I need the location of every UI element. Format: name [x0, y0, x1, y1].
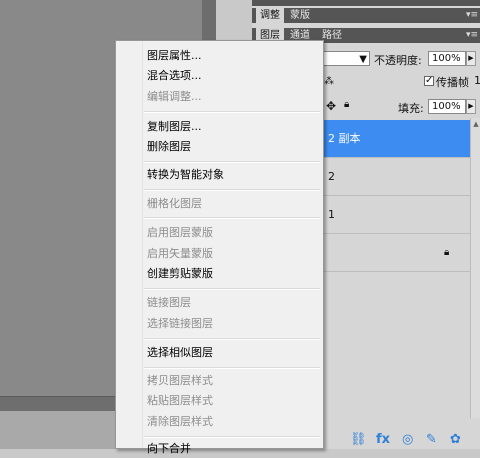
menu-item-enable-vector-mask: 启用矢量蒙版: [147, 247, 213, 260]
menu-separator: [144, 111, 320, 113]
menu-item-select-similar-layers[interactable]: 选择相似图层: [147, 343, 213, 362]
menu-separator: [144, 338, 320, 340]
tab-adjustments[interactable]: 调整: [256, 8, 284, 23]
menu-item-blending-options[interactable]: 混合选项...: [147, 66, 202, 85]
menu-item-link-layers: 链接图层: [147, 296, 191, 309]
menu-item-delete-layer[interactable]: 删除图层: [147, 137, 191, 156]
layer-name: 2 副本: [328, 132, 361, 145]
link-icon[interactable]: ⛓: [350, 432, 367, 447]
layers-panel-menu-icon[interactable]: ▾≡: [466, 28, 478, 43]
opacity-label: 不透明度:: [374, 54, 422, 67]
lock-icon[interactable]: 🔒︎: [344, 99, 349, 110]
layers-footer: ⛓ fx ◎ ✎ ✿: [320, 432, 480, 449]
menu-item-convert-smart-object[interactable]: 转换为智能对象: [147, 165, 224, 184]
brush-icon[interactable]: ✎: [426, 432, 437, 447]
opacity-arrow-icon[interactable]: ▶: [466, 51, 476, 66]
menu-separator: [144, 217, 320, 219]
menu-gutter: [116, 41, 143, 448]
propagate-checkbox[interactable]: ✓: [424, 76, 434, 86]
layer-name: 1: [328, 208, 335, 221]
mask-icon[interactable]: ◎: [402, 432, 413, 447]
fill-label: 填充:: [398, 102, 424, 115]
scroll-up-icon[interactable]: ▲: [471, 120, 480, 128]
menu-item-enable-layer-mask: 启用图层蒙版: [147, 226, 213, 239]
propagate-label: 传播帧: [436, 76, 469, 89]
menu-separator: [144, 189, 320, 191]
menu-item-copy-layer-style: 拷贝图层样式: [147, 374, 213, 387]
menu-item-clear-layer-style: 清除图层样式: [147, 415, 213, 428]
menu-item-duplicate-layer[interactable]: 复制图层...: [147, 117, 202, 136]
menu-separator: [144, 161, 320, 163]
menu-item-select-linked-layers: 选择链接图层: [147, 317, 213, 330]
fill-arrow-icon[interactable]: ▶: [466, 99, 476, 114]
layer-row-background[interactable]: 🔒︎: [320, 234, 470, 272]
tab-masks[interactable]: 蒙版: [286, 8, 314, 23]
menu-separator: [144, 288, 320, 290]
layer-name: 2: [328, 170, 335, 183]
layer-row[interactable]: 2 副本: [320, 120, 470, 158]
panel-menu-icon[interactable]: ▾≡: [466, 8, 478, 23]
layer-row[interactable]: 1: [320, 196, 470, 234]
blend-mode-select[interactable]: ▼: [320, 51, 370, 66]
layer-row[interactable]: 2: [320, 158, 470, 196]
menu-item-edit-adjustment: 编辑调整...: [147, 90, 202, 103]
layers-scrollbar[interactable]: ▲: [470, 118, 480, 418]
fx-icon[interactable]: fx: [376, 432, 390, 447]
menu-item-rasterize-layer: 栅格化图层: [147, 197, 202, 210]
unify-icon[interactable]: ⁂: [324, 76, 334, 87]
gear-icon[interactable]: ✿: [450, 432, 461, 447]
menu-item-create-clipping-mask[interactable]: 创建剪贴蒙版: [147, 264, 213, 283]
adjustments-tab-row: 调整 蒙版 ▾≡: [252, 8, 480, 23]
propagate-suffix: 1: [474, 74, 480, 87]
opacity-input[interactable]: 100%: [428, 51, 466, 66]
menu-separator: [144, 367, 320, 369]
panel-top-edge: [252, 0, 480, 6]
move-icon[interactable]: ✥: [326, 99, 336, 113]
menu-item-layer-properties[interactable]: 图层属性...: [147, 46, 202, 65]
fill-input[interactable]: 100%: [428, 99, 466, 114]
layer-context-menu: 图层属性... 混合选项... 编辑调整... 复制图层... 删除图层 转换为…: [115, 40, 324, 455]
layer-lock-icon: 🔒︎: [444, 247, 450, 258]
menu-separator: [144, 436, 320, 438]
menu-item-paste-layer-style: 粘贴图层样式: [147, 394, 213, 407]
